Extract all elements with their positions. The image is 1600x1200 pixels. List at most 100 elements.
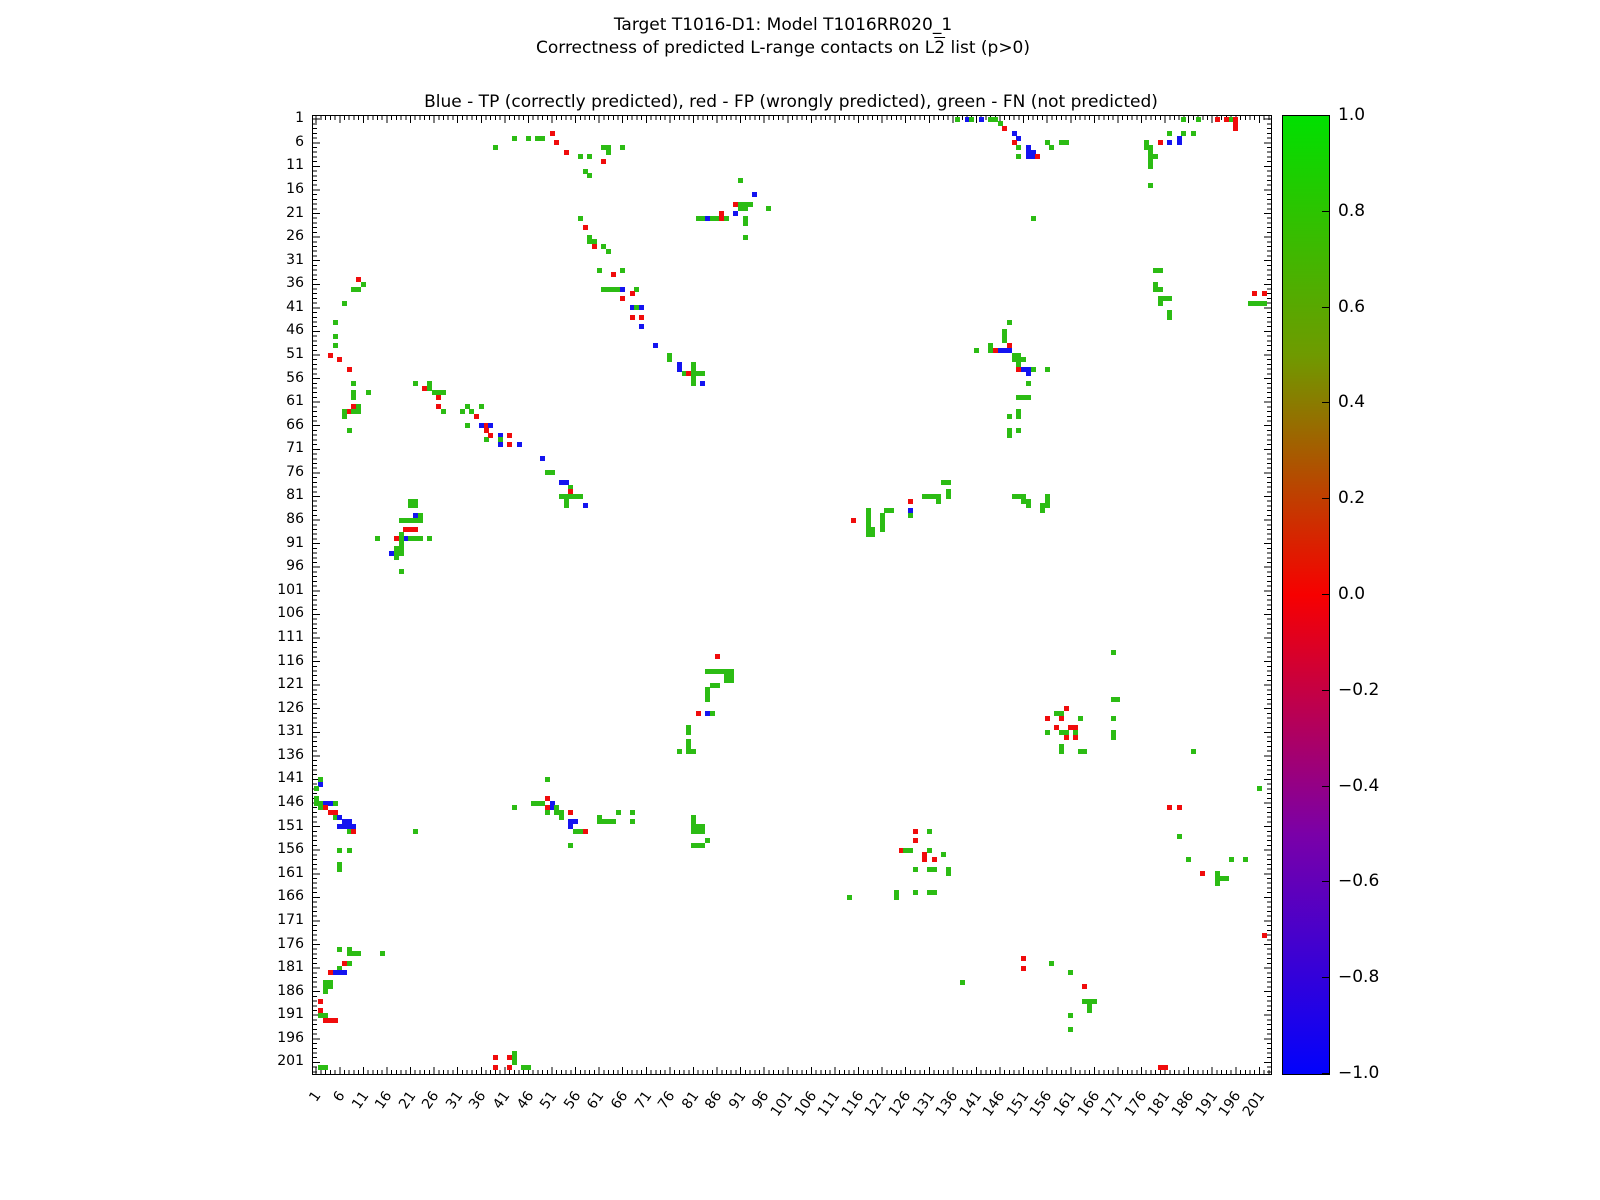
contact-point-fp — [1082, 984, 1088, 990]
contact-point-fp — [327, 352, 333, 358]
x-tick-label: 181 — [1145, 1088, 1174, 1120]
contact-point-fn — [563, 503, 569, 509]
contact-point-fn — [926, 828, 932, 834]
contact-point-tp — [497, 442, 503, 448]
contact-point-fp — [1063, 706, 1069, 712]
y-tick-label: 56 — [286, 369, 304, 386]
contact-point-fn — [629, 819, 635, 825]
y-tick-label: 76 — [286, 463, 304, 480]
y-tick-label: 1 — [295, 110, 304, 127]
contact-point-fn — [1068, 1012, 1074, 1018]
contact-point-fn — [691, 380, 696, 386]
colorbar-tick-mark — [1322, 1073, 1329, 1074]
y-tick-label: 131 — [277, 723, 304, 740]
contact-point-fn — [742, 234, 748, 240]
contact-point-fp — [554, 140, 560, 146]
x-tick-label: 191 — [1192, 1088, 1221, 1120]
title-line2-overline: 2 — [934, 38, 946, 58]
contact-point-fn — [1181, 116, 1187, 122]
contact-point-fn — [1025, 380, 1031, 386]
colorbar-tick-label: −1.0 — [1338, 1063, 1380, 1083]
contact-point-fn — [940, 852, 946, 858]
x-tick-label: 121 — [862, 1088, 891, 1120]
contact-point-fn — [728, 677, 734, 683]
contact-point-tp — [488, 423, 494, 429]
y-tick-label: 51 — [286, 346, 304, 362]
contact-point-fn — [1025, 394, 1031, 400]
contact-point-fp — [1058, 715, 1064, 721]
y-tick-label: 106 — [277, 605, 304, 622]
contact-point-fp — [1035, 154, 1041, 160]
x-tick-label: 116 — [838, 1088, 868, 1120]
contact-point-tp — [653, 343, 659, 349]
y-tick-label: 86 — [286, 511, 304, 528]
x-axis-bottom-ticks — [313, 1067, 1271, 1074]
contact-point-fp — [412, 527, 418, 532]
contact-point-fn — [700, 843, 706, 848]
y-tick-label: 91 — [286, 534, 304, 551]
x-tick-label: 131 — [909, 1088, 938, 1120]
colorbar-tick-mark — [1322, 881, 1329, 883]
contact-point-fn — [540, 135, 546, 141]
contact-point-fp — [1073, 734, 1078, 740]
x-tick-label: 156 — [1027, 1088, 1056, 1120]
contact-point-fp — [563, 149, 569, 155]
contact-point-fp — [1261, 932, 1267, 938]
contact-point-fp — [601, 159, 607, 165]
x-tick-label: 61 — [584, 1088, 608, 1113]
contact-point-fp — [591, 244, 597, 249]
contact-point-fn — [1091, 998, 1097, 1004]
contact-point-fn — [1157, 267, 1163, 273]
contact-point-fp — [549, 130, 555, 136]
contact-point-fn — [1087, 1008, 1093, 1013]
y-tick-label: 171 — [277, 911, 304, 928]
contact-point-fn — [412, 503, 418, 509]
contact-point-fn — [346, 428, 352, 433]
contact-point-fn — [337, 946, 343, 952]
colorbar-tick-mark — [1322, 210, 1329, 212]
contact-point-fn — [615, 810, 621, 815]
contact-point-fp — [1021, 956, 1027, 962]
contact-point-fn — [323, 1064, 329, 1070]
contact-point-fn — [525, 1064, 531, 1070]
x-tick-label: 76 — [655, 1088, 679, 1113]
contact-point-fn — [1228, 857, 1234, 863]
colorbar-tick-mark — [1322, 402, 1329, 404]
contact-point-fn — [1167, 314, 1173, 320]
title-line2-pre: Correctness of predicted L-range contact… — [535, 38, 935, 58]
x-tick-label: 126 — [885, 1088, 915, 1120]
colorbar — [1282, 115, 1330, 1075]
contact-point-tp — [978, 116, 984, 122]
contact-point-fn — [912, 866, 918, 872]
contact-point-fn — [1110, 649, 1116, 655]
title-line2: Correctness of predicted L-range contact… — [536, 37, 1030, 60]
contact-point-fn — [766, 206, 772, 212]
x-tick-label: 11 — [348, 1088, 372, 1113]
x-tick-label: 196 — [1215, 1088, 1245, 1120]
contact-point-fp — [1200, 871, 1206, 877]
contact-point-fn — [365, 390, 371, 396]
contact-point-fn — [1044, 503, 1050, 509]
contact-point-fp — [436, 394, 442, 400]
contact-point-fp — [714, 654, 720, 660]
contact-point-fn — [351, 380, 357, 386]
contact-point-fn — [1195, 116, 1201, 122]
contact-point-fn — [667, 357, 673, 363]
contact-point-fn — [596, 267, 602, 273]
x-tick-label: 1 — [306, 1088, 325, 1105]
colorbar-tick-label: 0.8 — [1338, 200, 1366, 221]
contact-point-fn — [558, 814, 564, 820]
contact-point-fn — [337, 866, 343, 872]
contact-point-fp — [507, 442, 513, 448]
colorbar-tick-mark — [1322, 785, 1329, 787]
contact-point-fn — [926, 847, 932, 853]
x-tick-label: 46 — [513, 1088, 537, 1113]
contact-point-fn — [577, 494, 583, 499]
contact-point-fn — [945, 479, 951, 485]
contact-point-fn — [1157, 286, 1163, 292]
y-tick-label: 141 — [277, 770, 304, 787]
contact-point-fn — [549, 470, 555, 476]
contact-point-fn — [1007, 432, 1012, 438]
contact-point-fn — [907, 512, 913, 518]
x-tick-label: 146 — [980, 1088, 1009, 1120]
